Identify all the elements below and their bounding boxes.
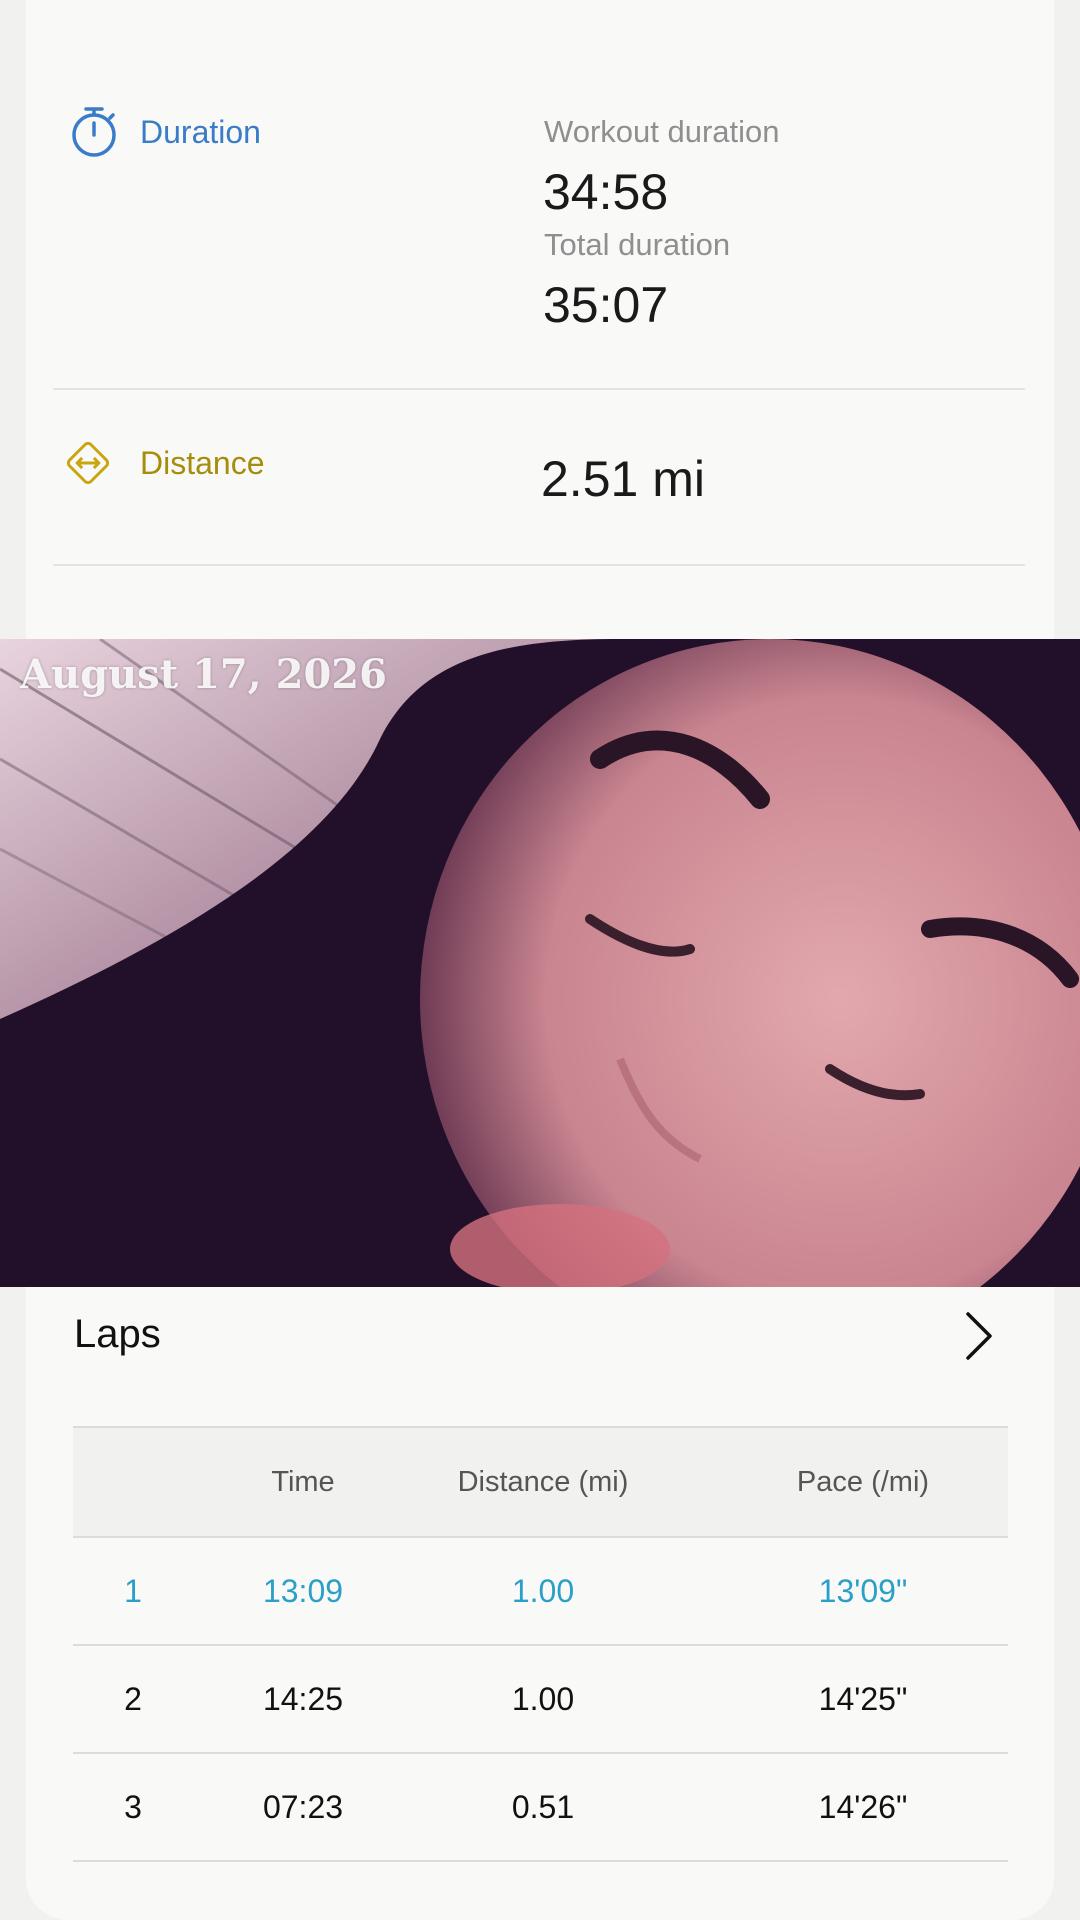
lap-number: 1 bbox=[124, 1572, 142, 1609]
total-duration-value: 35:07 bbox=[543, 277, 669, 333]
table-row: 2 14:25 1.00 14'25" bbox=[73, 1646, 1008, 1754]
laps-table-header: Time Distance (mi) Pace (/mi) bbox=[73, 1426, 1008, 1538]
table-row: 1 13:09 1.00 13'09" bbox=[73, 1538, 1008, 1646]
column-header-time: Time bbox=[271, 1465, 335, 1498]
lap-pace: 13'09" bbox=[818, 1572, 908, 1609]
stopwatch-icon bbox=[68, 106, 120, 158]
column-header-lap bbox=[73, 1428, 193, 1536]
lap-distance: 0.51 bbox=[511, 1788, 575, 1825]
total-duration-label: Total duration bbox=[544, 227, 731, 262]
laps-title: Laps bbox=[74, 1312, 161, 1356]
lap-pace: 14'25" bbox=[818, 1680, 908, 1717]
table-row: 3 07:23 0.51 14'26" bbox=[73, 1754, 1008, 1862]
lap-distance: 1.00 bbox=[511, 1572, 575, 1609]
lap-time: 14:25 bbox=[262, 1680, 344, 1717]
photo-date-overlay: August 17, 2026 bbox=[20, 651, 387, 698]
selfie-photo: August 17, 2026 bbox=[0, 639, 1080, 1287]
laps-table: Time Distance (mi) Pace (/mi) 1 13:09 1.… bbox=[73, 1426, 1008, 1862]
workout-duration-value: 34:58 bbox=[543, 164, 669, 220]
duration-header: Duration bbox=[68, 106, 261, 158]
divider bbox=[53, 564, 1025, 566]
distance-label: Distance bbox=[140, 444, 265, 481]
column-header-distance: Distance (mi) bbox=[457, 1465, 629, 1498]
distance-header: Distance bbox=[62, 437, 265, 489]
lap-time: 07:23 bbox=[262, 1788, 344, 1825]
lap-distance: 1.00 bbox=[511, 1680, 575, 1717]
lap-time: 13:09 bbox=[262, 1572, 344, 1609]
lap-pace: 14'26" bbox=[818, 1788, 908, 1825]
duration-label: Duration bbox=[140, 113, 261, 150]
column-header-pace: Pace (/mi) bbox=[796, 1465, 930, 1498]
chevron-right-icon[interactable] bbox=[960, 1310, 996, 1362]
workout-summary-card bbox=[26, 0, 1054, 640]
divider bbox=[53, 388, 1025, 390]
distance-value: 2.51 mi bbox=[541, 451, 705, 507]
distance-diamond-icon bbox=[62, 437, 114, 489]
workout-duration-label: Workout duration bbox=[544, 114, 780, 149]
lap-number: 3 bbox=[124, 1788, 142, 1825]
lap-number: 2 bbox=[124, 1680, 142, 1717]
